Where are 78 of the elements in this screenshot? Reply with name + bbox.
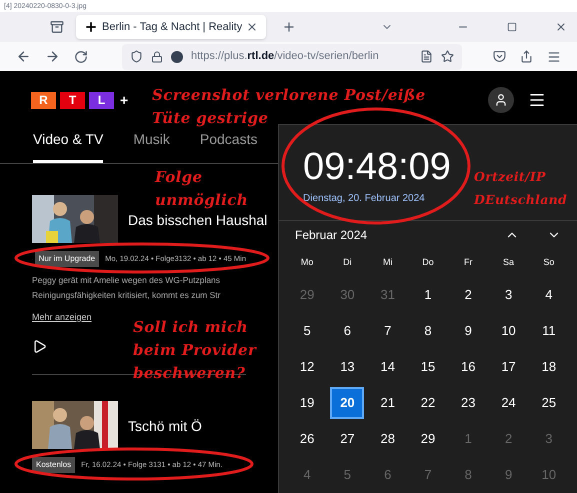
- address-bar[interactable]: https://plus.rtl.de/video-tv/serien/berlin: [122, 44, 462, 70]
- calendar-day[interactable]: 13: [330, 351, 364, 383]
- calendar-day[interactable]: 4: [532, 279, 566, 311]
- forward-icon[interactable]: [45, 49, 60, 64]
- menu-icon[interactable]: [547, 50, 561, 64]
- handwritten-note: Ortzeit/IP DEutschland: [474, 168, 568, 209]
- calendar-day[interactable]: 3: [492, 279, 526, 311]
- bookmark-star-icon[interactable]: [441, 50, 454, 63]
- clock-date[interactable]: Dienstag, 20. Februar 2024: [303, 191, 425, 206]
- weekday-label: So: [542, 256, 556, 270]
- calendar-day[interactable]: 7: [370, 315, 405, 347]
- reload-icon[interactable]: [74, 50, 88, 64]
- calendar-day[interactable]: 9: [451, 315, 486, 347]
- episode-badge: Kostenlos: [32, 456, 76, 472]
- calendar-day[interactable]: 6: [330, 315, 364, 347]
- calendar-day[interactable]: 20: [330, 387, 364, 419]
- maximize-icon[interactable]: [507, 22, 517, 32]
- share-icon[interactable]: [520, 50, 533, 63]
- rtl-plus-logo[interactable]: R T L +: [31, 90, 128, 110]
- tab-list-icon[interactable]: [50, 20, 64, 34]
- episode-description: Peggy gerät mit Amelie wegen des WG-Putzplans: [32, 274, 220, 287]
- new-tab-icon[interactable]: [282, 20, 296, 34]
- profile-button[interactable]: [488, 87, 514, 113]
- calendar-day[interactable]: 12: [290, 351, 324, 383]
- calendar-day[interactable]: 14: [370, 351, 405, 383]
- calendar-day[interactable]: 2: [451, 279, 486, 311]
- calendar-day[interactable]: 8: [410, 315, 445, 347]
- calendar-day[interactable]: 18: [532, 351, 566, 383]
- calendar-day[interactable]: 11: [532, 315, 566, 347]
- calendar-day[interactable]: 25: [532, 387, 566, 419]
- weekday-label: Di: [342, 256, 353, 270]
- back-icon[interactable]: [16, 49, 31, 64]
- nav-tab[interactable]: Video & TV: [33, 129, 104, 163]
- calendar-day[interactable]: 15: [410, 351, 445, 383]
- calendar-day[interactable]: 17: [492, 351, 526, 383]
- nav-tab[interactable]: Musik: [133, 129, 170, 163]
- calendar-month[interactable]: Februar 2024: [295, 226, 505, 244]
- shield-icon: [130, 50, 143, 63]
- lock-icon: [151, 50, 163, 62]
- close-window-icon[interactable]: [555, 21, 567, 33]
- calendar-day[interactable]: 27: [330, 423, 364, 455]
- calendar-day[interactable]: 19: [290, 387, 324, 419]
- weekday-label: Mi: [382, 256, 394, 270]
- pocket-icon[interactable]: [493, 50, 506, 63]
- weekday-label: Do: [421, 256, 435, 270]
- nav-tab[interactable]: Podcasts: [200, 129, 258, 163]
- weekday-label: Sa: [502, 256, 516, 270]
- play-icon[interactable]: [32, 338, 47, 354]
- calendar-day[interactable]: 10: [492, 315, 526, 347]
- episode-badge: Nur im Upgrade: [34, 251, 100, 267]
- handwritten-note: Soll ich mich beim Provider beschweren?: [133, 317, 256, 384]
- close-tab-icon[interactable]: [246, 21, 258, 33]
- episode-description: Reinigungsfähigkeiten kritisiert, kommt es zum Str: [32, 289, 220, 302]
- weekday-label: Fr: [463, 256, 474, 270]
- clock-time: 09:48:09: [303, 145, 451, 189]
- reader-view-icon[interactable]: [420, 50, 433, 63]
- site-icon: [171, 50, 183, 62]
- tab-title: Berlin - Tag & Nacht | Reality: [102, 20, 242, 35]
- url-text: https://plus.rtl.de/video-tv/serien/berlin: [191, 49, 380, 64]
- episode-title[interactable]: Tschö mit Ö: [128, 416, 202, 448]
- profile-icon: [494, 93, 508, 107]
- calendar-day[interactable]: 26: [290, 423, 324, 455]
- handwritten-note: Folge unmöglich: [155, 167, 248, 211]
- calendar-day[interactable]: 24: [492, 387, 526, 419]
- calendar-day[interactable]: 1: [410, 279, 445, 311]
- calendar-day[interactable]: 16: [451, 351, 486, 383]
- weekday-label: Mo: [300, 256, 314, 270]
- calendar-day[interactable]: 21: [370, 387, 405, 419]
- handwritten-note: Screenshot verlorene Post/eiße Tüte gestrige: [152, 85, 426, 129]
- menu-icon[interactable]: [528, 91, 546, 109]
- favicon-icon: [84, 20, 98, 34]
- episode-title[interactable]: Das bisschen Haushal: [128, 210, 268, 243]
- calendar-day[interactable]: 23: [451, 387, 486, 419]
- calendar-day[interactable]: 29: [410, 423, 445, 455]
- calendar-day[interactable]: 5: [290, 315, 324, 347]
- calendar-day[interactable]: 28: [370, 423, 405, 455]
- calendar-day[interactable]: 22: [410, 387, 445, 419]
- browser-tab[interactable]: Berlin - Tag & Nacht | Reality: [76, 15, 266, 39]
